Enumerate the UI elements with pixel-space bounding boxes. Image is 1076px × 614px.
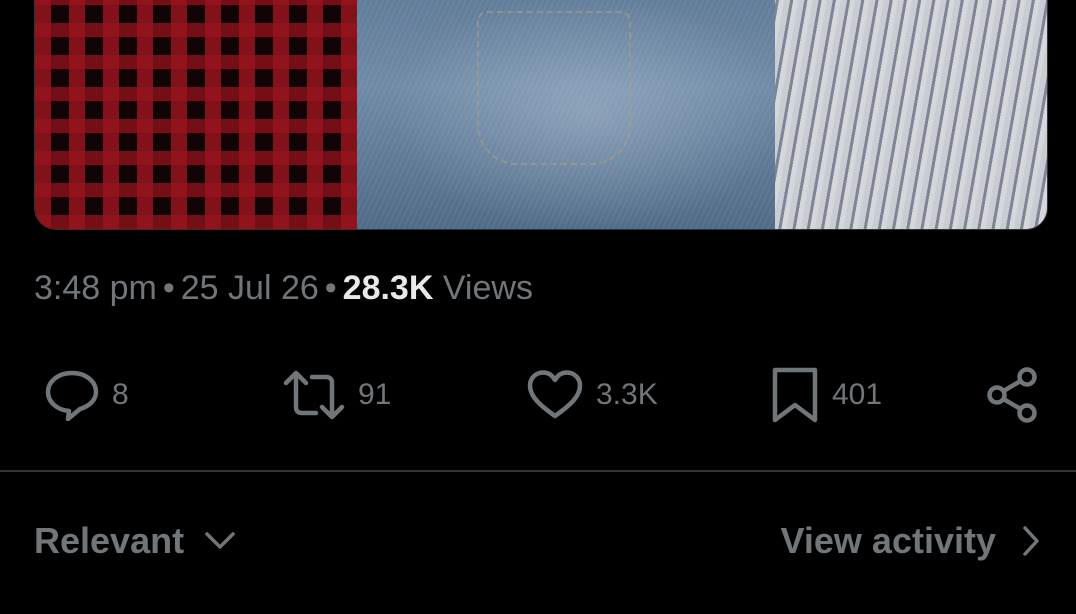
section-divider (0, 470, 1076, 472)
bookmark-count: 401 (832, 378, 883, 411)
view-activity-link[interactable]: View activity (781, 514, 1040, 568)
post-time: 3:48 pm (34, 269, 157, 307)
like-count: 3.3K (596, 378, 658, 411)
bookmark-icon (772, 367, 818, 423)
repost-icon (283, 370, 345, 420)
repost-count: 91 (358, 378, 392, 411)
sort-label: Relevant (34, 520, 185, 561)
meta-separator: • (162, 269, 175, 307)
share-icon (987, 367, 1037, 423)
striped-shirt-region (775, 0, 1047, 229)
denim-jeans-region (357, 0, 777, 229)
reply-icon (45, 370, 99, 421)
reply-sort-dropdown[interactable]: Relevant (34, 514, 236, 568)
post-action-bar: 8 91 3.3K 401 (0, 360, 1076, 430)
chevron-right-icon (1023, 526, 1039, 556)
chevron-down-icon (205, 532, 235, 549)
plaid-fabric-region (35, 0, 365, 229)
repost-button[interactable]: 91 (282, 360, 391, 430)
share-button[interactable] (984, 360, 1042, 430)
meta-separator: • (324, 269, 337, 307)
reply-button[interactable]: 8 (44, 360, 129, 430)
like-button[interactable]: 3.3K (526, 360, 658, 430)
post-date: 25 Jul 26 (180, 269, 319, 307)
heart-icon (527, 370, 583, 419)
bookmark-button[interactable]: 401 (770, 360, 882, 430)
view-activity-label: View activity (780, 520, 996, 561)
views-count[interactable]: 28.3K (343, 269, 434, 307)
jeans-pocket (477, 11, 631, 165)
reply-count: 8 (112, 378, 129, 411)
post-media-image[interactable] (34, 0, 1048, 230)
post-metadata: 3:48 pm • 25 Jul 26 • 28.3K Views (34, 266, 533, 310)
views-label[interactable]: Views (443, 269, 533, 307)
